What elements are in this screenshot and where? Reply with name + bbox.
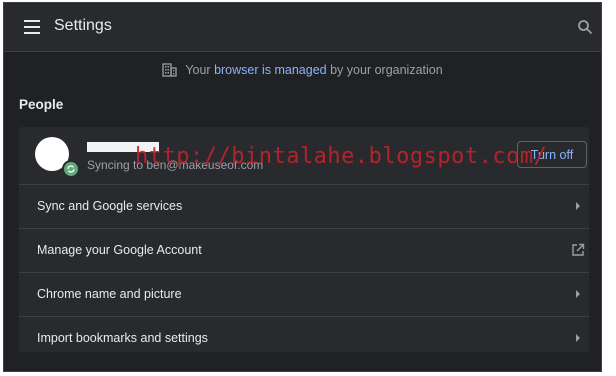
managed-link[interactable]: browser is managed — [214, 63, 327, 77]
hamburger-menu-icon[interactable] — [24, 20, 40, 34]
row-label: Chrome name and picture — [37, 287, 182, 301]
import-bookmarks-row[interactable]: Import bookmarks and settings — [19, 317, 589, 352]
people-heading: People — [19, 97, 64, 112]
chevron-right-icon — [576, 290, 580, 298]
sync-badge-icon — [62, 160, 80, 178]
managed-prefix: Your — [185, 63, 211, 77]
open-in-new-icon — [572, 243, 585, 256]
managed-suffix: by your organization — [330, 63, 443, 77]
chevron-right-icon — [576, 334, 580, 342]
manage-google-account-row[interactable]: Manage your Google Account — [19, 229, 589, 273]
settings-toolbar: Settings — [4, 3, 601, 52]
managed-notice: Your browser is managed by your organiza… — [4, 63, 601, 77]
page-title: Settings — [54, 17, 112, 34]
row-label: Manage your Google Account — [37, 243, 202, 257]
settings-window: Settings Your browser is managed by your… — [3, 2, 602, 372]
row-label: Import bookmarks and settings — [37, 331, 208, 345]
search-icon[interactable] — [577, 19, 593, 35]
chevron-right-icon — [576, 202, 580, 210]
sync-google-services-row[interactable]: Sync and Google services — [19, 185, 589, 229]
building-icon — [162, 63, 177, 77]
chrome-name-picture-row[interactable]: Chrome name and picture — [19, 273, 589, 317]
watermark-text: http://bintalahe.blogspot.com/ — [135, 144, 548, 169]
row-label: Sync and Google services — [37, 199, 183, 213]
